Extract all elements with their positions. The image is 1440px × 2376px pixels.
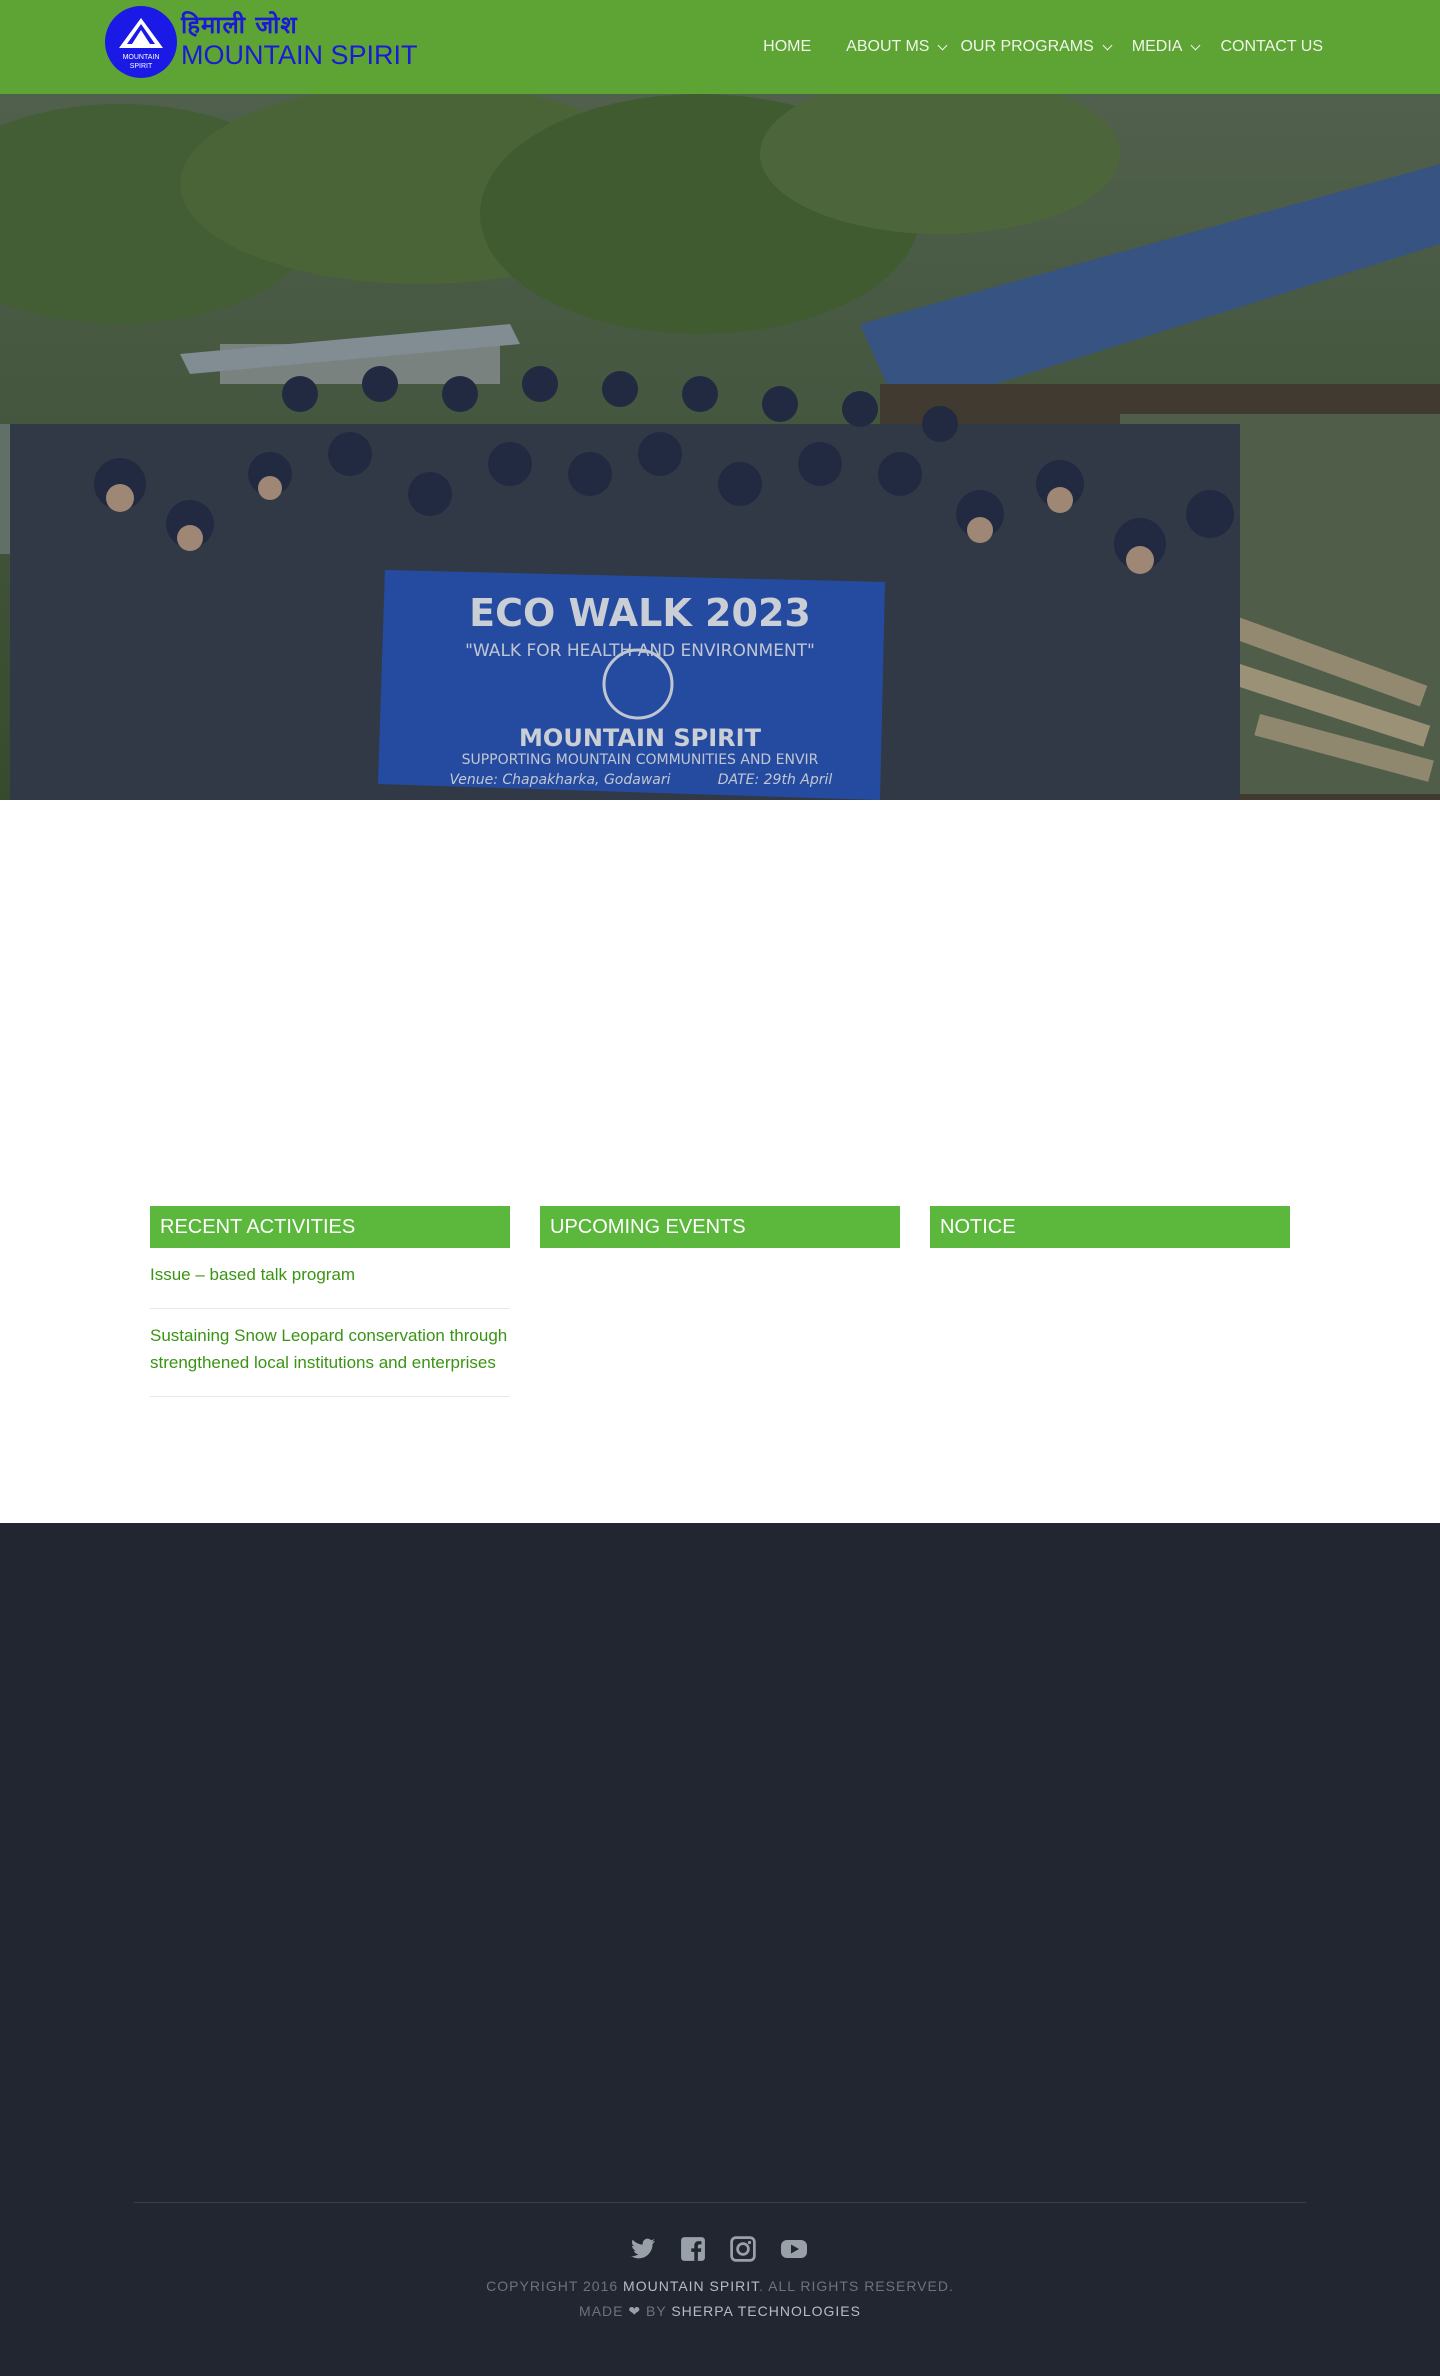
logo-badge-text-1: MOUNTAIN [122,54,160,61]
footer-divider [134,2202,1306,2203]
logo-name-devanagari: हिमाली जोश [181,11,298,39]
logo-badge: MOUNTAIN SPIRIT [105,6,177,78]
main-nav: HOME ABOUT MS OUR PROGRAMS MEDIA CONTACT… [763,36,1323,58]
mountain-peak-core [132,30,150,44]
recent-activities-widget: RECENT ACTIVITIES Issue – based talk pro… [150,1206,510,1397]
site-footer: COPYRIGHT 2016 MOUNTAIN SPIRIT. ALL RIGH… [0,1523,1440,2376]
recent-activities-list: Issue – based talk program Sustaining Sn… [150,1248,510,1397]
site-logo[interactable]: MOUNTAIN SPIRIT हिमाली जोश MOUNTAIN SPIR… [105,6,418,82]
heart-icon: ❤ [628,2303,642,2319]
nav-contact-label: CONTACT US [1220,38,1323,55]
nav-programs-label: OUR PROGRAMS [960,38,1094,55]
nav-about-ms[interactable]: ABOUT MS [846,36,948,58]
site-header: MOUNTAIN SPIRIT हिमाली जोश MOUNTAIN SPIR… [0,0,1440,94]
made-by-line: MADE ❤ BY SHERPA TECHNOLOGIES [0,2301,1440,2321]
made-prefix: MADE [579,2303,624,2319]
made-by-word: BY [646,2303,667,2319]
activity-link-2[interactable]: Sustaining Snow Leopard conservation thr… [150,1326,507,1372]
upcoming-events-title: UPCOMING EVENTS [540,1206,900,1248]
upcoming-events-widget: UPCOMING EVENTS [540,1206,900,1248]
instagram-icon[interactable] [730,2236,756,2262]
nav-our-programs[interactable]: OUR PROGRAMS [960,36,1113,58]
logo-badge-text-2: SPIRIT [129,63,153,70]
list-item: Issue – based talk program [150,1248,510,1309]
copyright-brand-link[interactable]: MOUNTAIN SPIRIT [623,2278,759,2294]
nav-media-label: MEDIA [1131,38,1183,55]
twitter-icon[interactable] [630,2236,656,2262]
facebook-icon[interactable] [680,2236,706,2262]
logo-name-english: MOUNTAIN SPIRIT [181,40,418,70]
recent-activities-title: RECENT ACTIVITIES [150,1206,510,1248]
nav-about-label: ABOUT MS [846,38,930,55]
widgets-row: RECENT ACTIVITIES Issue – based talk pro… [150,1206,1290,1446]
copyright-line: COPYRIGHT 2016 MOUNTAIN SPIRIT. ALL RIGH… [0,2276,1440,2296]
copyright-suffix: . ALL RIGHTS RESERVED. [759,2278,954,2294]
notice-widget: NOTICE [930,1206,1290,1248]
copyright-prefix: COPYRIGHT 2016 [486,2278,619,2294]
hero-photo-illustration: ECO WALK 2023 "WALK FOR HEALTH AND ENVIR… [0,94,1440,800]
notice-title: NOTICE [930,1206,1290,1248]
nav-home-label: HOME [763,38,812,55]
chevron-down-icon [938,40,948,50]
chevron-down-icon [1191,40,1201,50]
nav-home[interactable]: HOME [763,36,811,58]
nav-contact-us[interactable]: CONTACT US [1220,36,1323,58]
list-item: Sustaining Snow Leopard conservation thr… [150,1309,510,1397]
chevron-down-icon [1102,40,1113,50]
youtube-icon[interactable] [780,2236,808,2262]
hero-photo: ECO WALK 2023 "WALK FOR HEALTH AND ENVIR… [0,94,1440,800]
activity-link-1[interactable]: Issue – based talk program [150,1265,355,1284]
nav-media[interactable]: MEDIA [1131,36,1201,58]
social-links [630,2236,810,2266]
developer-link[interactable]: SHERPA TECHNOLOGIES [671,2303,861,2319]
